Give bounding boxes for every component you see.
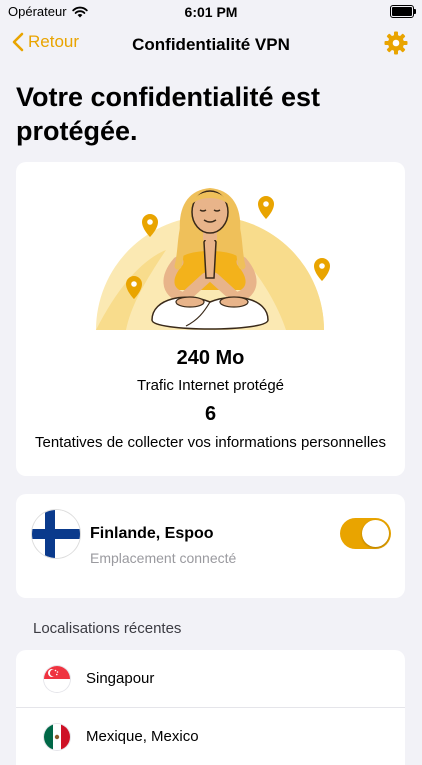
settings-button[interactable] (384, 31, 408, 55)
page-heading: Votre confidentialité est protégée. (16, 82, 321, 146)
recent-locations-header: Localisations récentes (33, 620, 182, 637)
recent-location-label: Mexique, Mexico (86, 728, 199, 745)
meditating-person-illustration (96, 188, 330, 330)
tracking-attempts-label: Tentatives de collecter vos informations… (34, 434, 386, 451)
connected-location-card[interactable]: Finlande, Espoo Emplacement connecté (16, 494, 405, 598)
battery-icon (390, 5, 416, 18)
mexico-flag-icon (44, 724, 70, 750)
nav-title: Confidentialité VPN (132, 35, 290, 54)
location-name: Finlande, Espoo (90, 525, 214, 542)
vpn-toggle[interactable] (340, 518, 391, 549)
location-status: Emplacement connecté (90, 550, 237, 566)
navigation-bar: Retour Confidentialité VPN (0, 28, 422, 60)
toggle-knob (362, 520, 389, 547)
privacy-stats-card: 240 Mo Trafic Internet protégé 6 Tentati… (16, 162, 405, 476)
tracking-attempts-value: 6 (204, 403, 217, 425)
status-bar: Opérateur 6:01 PM (0, 0, 422, 24)
singapore-flag-icon (44, 666, 70, 692)
recent-location-label: Singapour (86, 670, 155, 687)
gear-icon (384, 31, 408, 55)
traffic-label: Trafic Internet protégé (136, 377, 285, 394)
recent-locations-list: Singapour Mexique, Mexico (16, 650, 405, 765)
traffic-value: 240 Mo (176, 347, 245, 369)
recent-location-item[interactable]: Mexique, Mexico (16, 707, 405, 765)
recent-location-item[interactable]: Singapour (16, 650, 405, 707)
status-time: 6:01 PM (184, 4, 238, 20)
finland-flag-icon (32, 510, 80, 558)
